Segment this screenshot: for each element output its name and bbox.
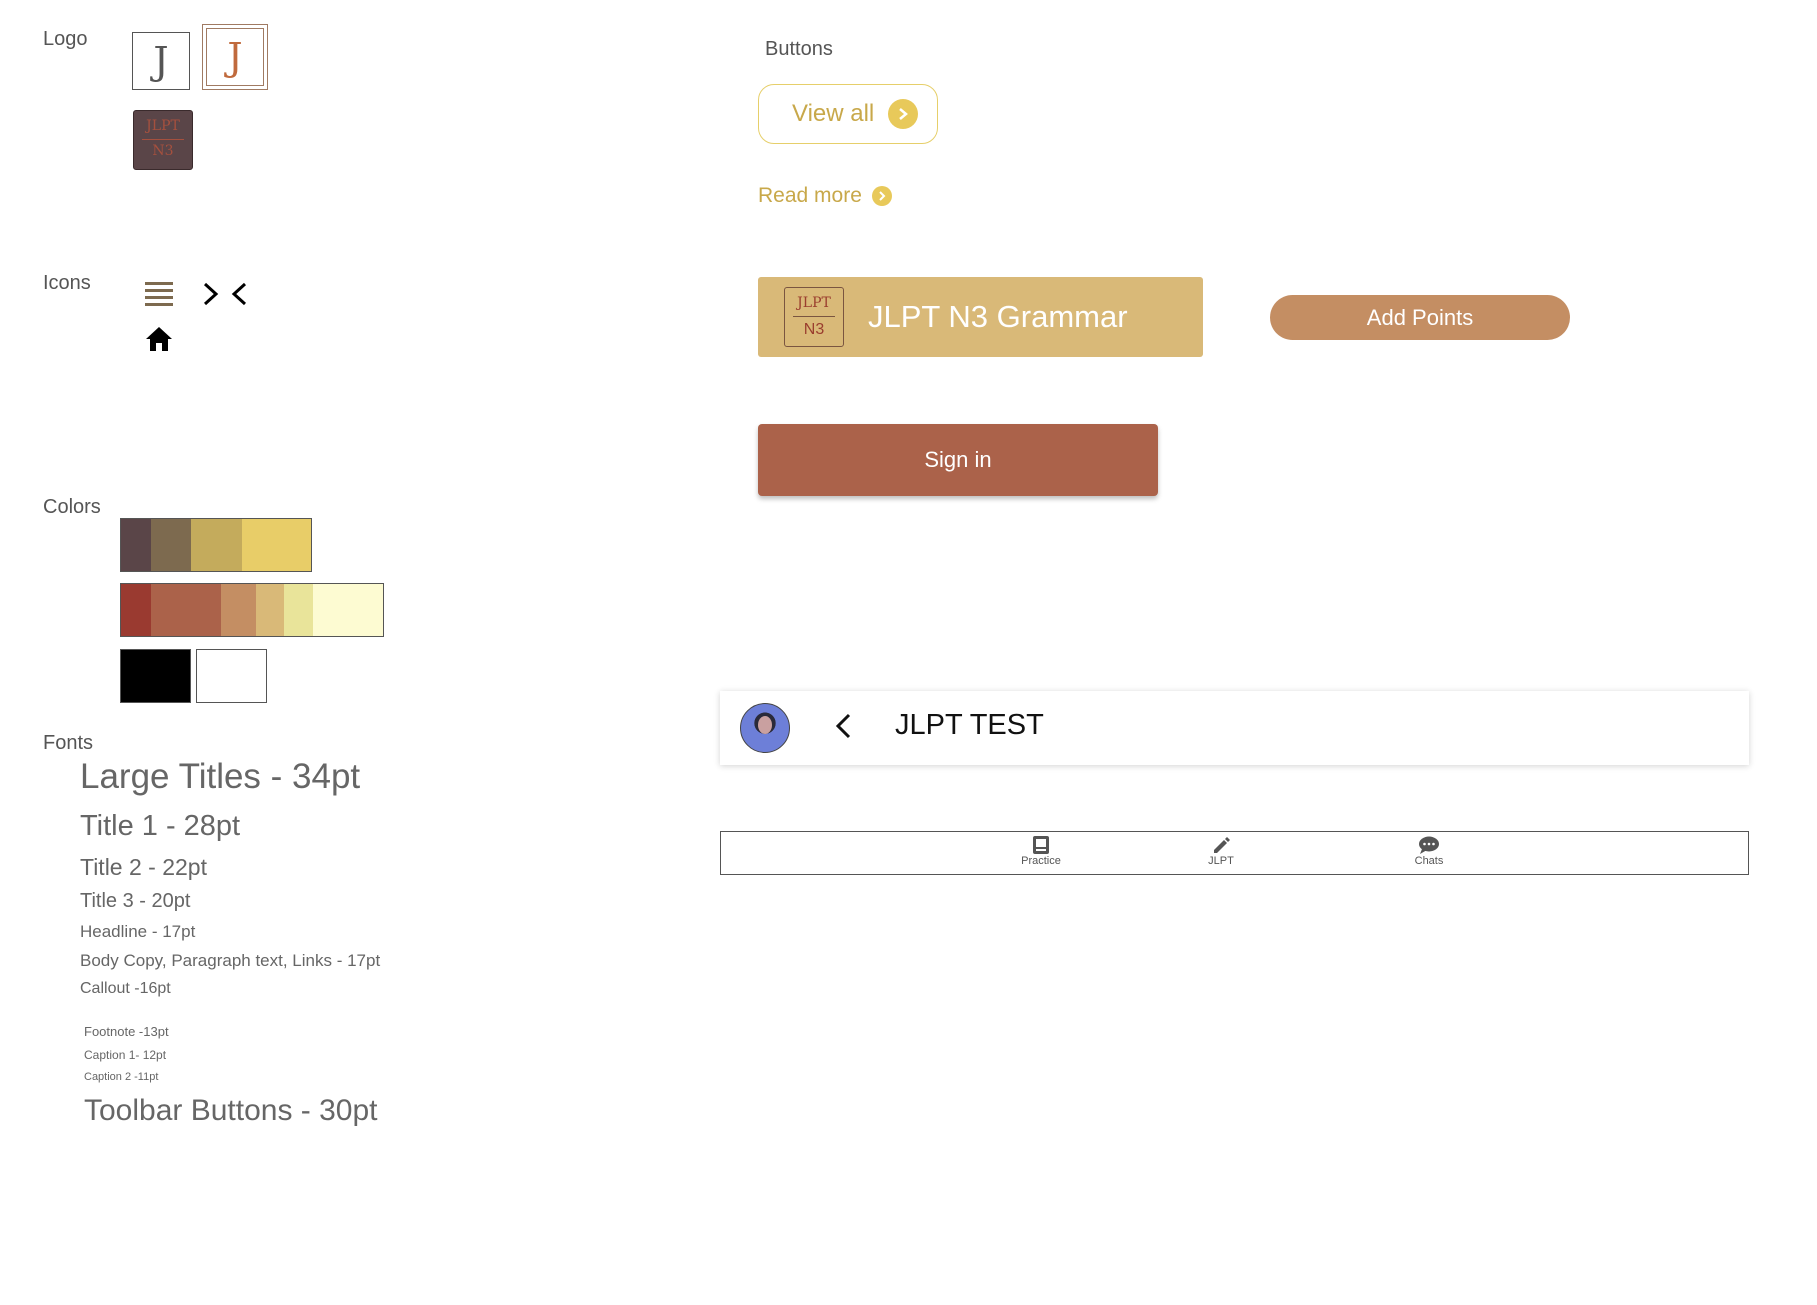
sign-in-button[interactable]: Sign in bbox=[758, 424, 1158, 496]
chat-bubble-icon bbox=[1419, 836, 1439, 854]
fonts-section-label: Fonts bbox=[43, 732, 94, 754]
book-icon bbox=[1033, 836, 1049, 854]
logo-badge-top: JLPT bbox=[146, 118, 180, 134]
home-icon[interactable] bbox=[145, 326, 173, 357]
logo-badge-bottom: N3 bbox=[152, 143, 174, 159]
jlpt-badge-top: JLPT bbox=[797, 295, 831, 311]
chevron-right-circle-icon bbox=[888, 99, 919, 129]
font-title3: Title 3 - 20pt bbox=[80, 890, 191, 912]
jlpt-badge-bottom: N3 bbox=[803, 321, 825, 338]
read-more-label: Read more bbox=[758, 184, 862, 207]
swatch-terracotta bbox=[151, 584, 221, 636]
font-caption2: Caption 2 -11pt bbox=[84, 1071, 159, 1083]
palette-row-dark bbox=[120, 518, 312, 572]
add-points-button[interactable]: Add Points bbox=[1270, 295, 1570, 340]
jlpt-n3-grammar-button[interactable]: JLPT N3 JLPT N3 Grammar bbox=[758, 277, 1203, 357]
swatch-black bbox=[120, 649, 191, 703]
logo-letter-plain: J bbox=[132, 32, 190, 90]
font-headline: Headline - 17pt bbox=[80, 922, 196, 941]
collapse-chevrons-icon[interactable] bbox=[203, 280, 247, 313]
logo-section-label: Logo bbox=[43, 28, 88, 50]
font-caption1: Caption 1- 12pt bbox=[84, 1048, 167, 1062]
avatar[interactable] bbox=[740, 703, 790, 753]
tab-chats-label: Chats bbox=[1414, 855, 1444, 867]
swatch-dark-brown bbox=[121, 519, 151, 571]
jlpt-badge-divider bbox=[793, 316, 835, 317]
header-title: JLPT TEST bbox=[895, 709, 1044, 741]
swatch-yellow bbox=[242, 519, 311, 571]
view-all-button[interactable]: View all bbox=[758, 84, 938, 144]
swatch-brick-red bbox=[121, 584, 151, 636]
bottom-tab-bar: Practice JLPT Chats bbox=[720, 831, 1749, 875]
pencil-icon bbox=[1214, 837, 1230, 853]
tab-jlpt-label: JLPT bbox=[1208, 855, 1234, 867]
avatar-face bbox=[758, 716, 772, 734]
colors-section-label: Colors bbox=[43, 496, 101, 518]
font-toolbar: Toolbar Buttons - 30pt bbox=[84, 1094, 378, 1127]
swatch-sand bbox=[256, 584, 284, 636]
logo-badge: JLPT N3 bbox=[133, 110, 193, 170]
logo-letter-accent: J bbox=[206, 28, 264, 86]
buttons-section-label: Buttons bbox=[765, 38, 833, 60]
swatch-tan bbox=[221, 584, 256, 636]
tab-practice-label: Practice bbox=[1021, 855, 1061, 867]
view-all-label: View all bbox=[792, 100, 875, 127]
swatch-white bbox=[196, 649, 267, 703]
font-footnote: Footnote -13pt bbox=[84, 1024, 169, 1039]
read-more-link[interactable]: Read more bbox=[758, 184, 892, 208]
grammar-title: JLPT N3 Grammar bbox=[868, 299, 1128, 334]
back-chevron-icon[interactable] bbox=[834, 711, 854, 746]
tab-chats[interactable]: Chats bbox=[1404, 835, 1454, 867]
logo-letter: J bbox=[227, 35, 243, 79]
swatch-pale-yellow bbox=[284, 584, 313, 636]
tab-jlpt[interactable]: JLPT bbox=[1196, 835, 1246, 867]
menu-lines-icon[interactable] bbox=[145, 280, 173, 313]
font-callout: Callout -16pt bbox=[80, 980, 171, 997]
jlpt-badge: JLPT N3 bbox=[784, 287, 844, 347]
app-header-bar: JLPT TEST bbox=[720, 691, 1749, 765]
font-title2: Title 2 - 22pt bbox=[80, 854, 207, 880]
logo-letter: J bbox=[153, 39, 169, 83]
swatch-cream bbox=[313, 584, 383, 636]
icons-section-label: Icons bbox=[43, 272, 91, 294]
font-large-titles: Large Titles - 34pt bbox=[80, 757, 361, 796]
swatch-mustard bbox=[191, 519, 242, 571]
font-title1: Title 1 - 28pt bbox=[80, 810, 241, 842]
swatch-olive-brown bbox=[151, 519, 191, 571]
chevron-right-circle-icon bbox=[871, 186, 892, 206]
tab-practice[interactable]: Practice bbox=[1011, 835, 1071, 867]
palette-row-warm bbox=[120, 583, 384, 637]
logo-badge-divider bbox=[142, 139, 184, 140]
font-body: Body Copy, Paragraph text, Links - 17pt bbox=[80, 951, 381, 970]
